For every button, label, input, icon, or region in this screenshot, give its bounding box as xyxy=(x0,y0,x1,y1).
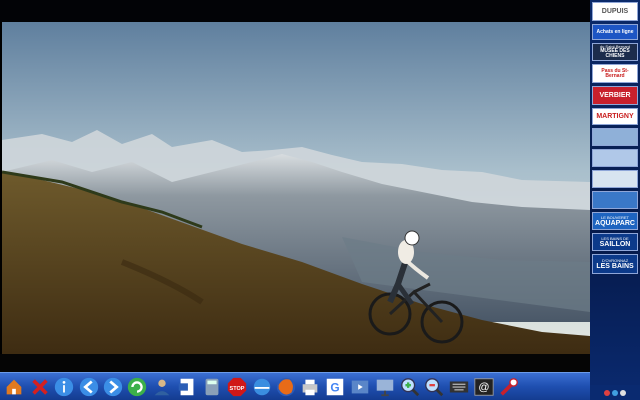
user-button[interactable] xyxy=(150,375,174,399)
internet-explorer-button[interactable] xyxy=(250,375,274,399)
zoom-out-icon xyxy=(425,378,444,397)
top-bar xyxy=(0,0,590,22)
sidebar-dupuis-logo[interactable]: DUPUIS xyxy=(592,2,638,21)
sidebar-aquaparc[interactable]: LE BOUVERET AQUAPARC xyxy=(592,212,638,230)
sidebar-label: MARTIGNY xyxy=(596,113,634,120)
firefox-icon xyxy=(276,377,296,397)
sidebar-achats-en-ligne[interactable]: Achats en ligne xyxy=(592,24,638,40)
sidebar-label: VERBIER xyxy=(599,92,631,99)
sidebar-label: AQUAPARC xyxy=(595,219,635,227)
arrow-right-icon xyxy=(103,377,123,397)
video-player[interactable] xyxy=(2,22,590,354)
sidebar: DUPUIS Achats en ligne du Saint-Bernard MUS… xyxy=(590,0,640,400)
svg-text:STOP: STOP xyxy=(230,386,245,392)
svg-text:G: G xyxy=(330,381,339,395)
home-button[interactable] xyxy=(2,375,26,399)
word-button[interactable] xyxy=(175,375,199,399)
video-frame xyxy=(2,22,590,354)
calculator-icon xyxy=(205,378,219,396)
zoom-out-button[interactable] xyxy=(422,375,446,399)
sidebar-saillon[interactable]: LES BAINS DE SAILLON xyxy=(592,233,638,251)
home-icon xyxy=(6,379,22,395)
system-tray xyxy=(590,385,640,400)
sidebar-label: MUSÉE DES CHIENS xyxy=(600,48,630,59)
back-button[interactable] xyxy=(77,375,101,399)
sidebar-verbier[interactable]: VERBIER xyxy=(592,86,638,105)
signal-button[interactable] xyxy=(497,375,521,399)
tray-white-icon[interactable] xyxy=(620,389,626,396)
sidebar-ad-8[interactable] xyxy=(592,149,638,167)
sidebar-ad-10[interactable] xyxy=(592,191,638,209)
firefox-button[interactable] xyxy=(274,375,298,399)
keyboard-button[interactable] xyxy=(447,375,471,399)
google-button[interactable]: G xyxy=(323,375,347,399)
sidebar-label: DUPUIS xyxy=(601,8,629,15)
printer-button[interactable] xyxy=(298,375,322,399)
sidebar-ovronnaz[interactable]: D'OVRONNAZ LES BAINS xyxy=(592,254,638,274)
close-x-icon xyxy=(32,379,48,395)
sidebar-label: SAILLON xyxy=(599,240,631,248)
refresh-button[interactable] xyxy=(125,375,149,399)
presentation-button[interactable] xyxy=(373,375,397,399)
sidebar-label: Pass du St-Bernard xyxy=(601,67,629,79)
sidebar-ad-7[interactable] xyxy=(592,128,638,146)
svg-text:@: @ xyxy=(478,382,489,394)
sidebar-ad-9[interactable] xyxy=(592,170,638,188)
sidebar-pass-st-bernard[interactable]: Pass du St-Bernard xyxy=(592,64,638,83)
keyboard-icon xyxy=(449,381,469,393)
zoom-in-button[interactable] xyxy=(398,375,422,399)
presentation-icon xyxy=(376,379,394,397)
email-button[interactable]: @ xyxy=(472,375,496,399)
zoom-in-icon xyxy=(401,378,420,397)
taskbar: STOP G @ xyxy=(0,372,590,400)
sidebar-label: LES BAINS xyxy=(596,262,634,270)
info-button[interactable] xyxy=(52,375,76,399)
google-icon: G xyxy=(326,378,344,396)
stop-button[interactable]: STOP xyxy=(225,375,249,399)
sidebar-label: Achats en ligne xyxy=(596,28,634,35)
calculator-button[interactable] xyxy=(200,375,224,399)
document-icon xyxy=(178,378,194,396)
tray-blue-icon[interactable] xyxy=(612,389,618,396)
video-bottom-bar xyxy=(0,354,590,372)
info-icon xyxy=(54,377,74,397)
close-button[interactable] xyxy=(28,375,52,399)
arrow-left-icon xyxy=(79,377,99,397)
sidebar-musee-des-chiens[interactable]: du Saint-Bernard MUSÉE DES CHIENS xyxy=(592,43,638,61)
browser-icon xyxy=(253,378,271,396)
refresh-icon xyxy=(127,377,147,397)
user-icon xyxy=(154,379,170,396)
tray-red-icon[interactable] xyxy=(604,389,610,396)
signal-icon xyxy=(500,378,518,396)
forward-button[interactable] xyxy=(101,375,125,399)
media-button[interactable] xyxy=(348,375,372,399)
at-icon: @ xyxy=(474,378,494,396)
printer-icon xyxy=(302,379,318,396)
media-icon xyxy=(351,380,369,394)
video-stage xyxy=(0,0,590,372)
sidebar-martigny[interactable]: MARTIGNY xyxy=(592,108,638,125)
stop-icon: STOP xyxy=(227,377,247,397)
